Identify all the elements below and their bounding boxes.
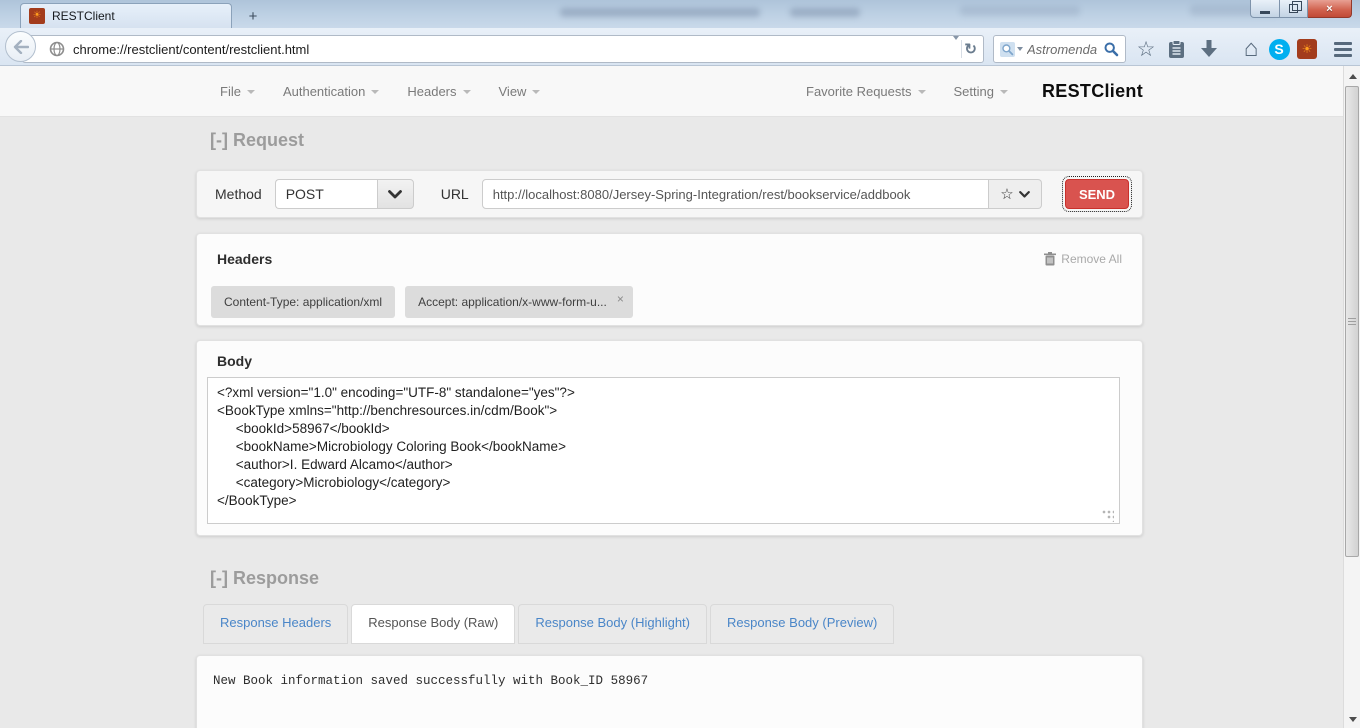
minimize-button[interactable] <box>1250 0 1280 18</box>
headers-panel-title: Headers <box>217 251 273 267</box>
downloads-icon[interactable] <box>1194 33 1224 65</box>
titlebar-glass-smudge <box>560 8 760 17</box>
restclient-toolbar-icon[interactable]: ☀ <box>1292 33 1322 65</box>
hamburger-menu-icon[interactable] <box>1328 33 1358 65</box>
vertical-scrollbar[interactable] <box>1343 66 1360 728</box>
chevron-down-icon <box>999 90 1008 94</box>
chevron-down-icon <box>917 90 926 94</box>
menu-setting[interactable]: Setting <box>944 76 1018 107</box>
site-globe-icon <box>49 41 65 57</box>
scroll-down-button[interactable] <box>1344 711 1360 728</box>
restore-icon <box>1289 1 1302 13</box>
menu-headers[interactable]: Headers <box>397 76 480 107</box>
browser-tab[interactable]: ☀ RESTClient <box>20 3 232 28</box>
header-tag[interactable]: Content-Type: application/xml <box>211 286 396 318</box>
restclient-logo: RESTClient <box>1041 80 1143 101</box>
response-section-title[interactable]: [-] Response <box>210 568 319 589</box>
reload-icon[interactable]: ↻ <box>964 40 977 58</box>
chevron-down-icon <box>371 90 380 94</box>
search-input[interactable]: Astromenda <box>1027 42 1099 57</box>
scrollbar-thumb[interactable] <box>1345 86 1359 557</box>
tab-response-body-highlight[interactable]: Response Body (Highlight) <box>518 604 707 644</box>
send-button[interactable]: SEND <box>1062 176 1132 212</box>
tab-title: RESTClient <box>52 9 115 23</box>
close-icon: × <box>1326 2 1333 15</box>
headers-panel: Headers Remove All Content-Type: applica… <box>196 233 1143 326</box>
bookmarks-menu-icon[interactable] <box>1161 33 1191 65</box>
close-button[interactable]: × <box>1308 0 1352 18</box>
favorite-star-icon[interactable]: ☆ <box>1000 185 1013 203</box>
request-method-bar: Method POST URL ☆ SEND <box>196 170 1143 218</box>
titlebar-glass-smudge <box>790 8 860 17</box>
minimize-icon <box>1260 10 1270 14</box>
request-body-textarea[interactable]: <?xml version="1.0" encoding="UTF-8" sta… <box>207 377 1120 524</box>
remove-all-label: Remove All <box>1061 252 1122 266</box>
request-section-title[interactable]: [-] Request <box>210 130 304 151</box>
tab-response-body-preview[interactable]: Response Body (Preview) <box>710 604 895 644</box>
response-panel: New Book information saved successfully … <box>196 655 1143 728</box>
scrollbar-grip-icon <box>1348 317 1356 326</box>
menu-authentication[interactable]: Authentication <box>273 76 389 107</box>
header-tag-list: Content-Type: application/xml Accept: ap… <box>211 286 633 318</box>
tab-response-body-raw[interactable]: Response Body (Raw) <box>351 604 516 644</box>
menu-favorite-requests[interactable]: Favorite Requests <box>796 76 936 107</box>
response-body-text: New Book information saved successfully … <box>213 674 649 688</box>
skype-icon[interactable]: S <box>1264 33 1294 65</box>
header-tag[interactable]: Accept: application/x-www-form-u... × <box>405 286 633 318</box>
scroll-up-button[interactable] <box>1344 68 1360 85</box>
method-select[interactable]: POST <box>274 179 414 209</box>
search-engine-icon[interactable] <box>1000 41 1023 57</box>
window-controls: × <box>1250 0 1352 18</box>
restclient-menubar: File Authentication Headers View Favorit… <box>0 66 1343 117</box>
titlebar-glass-smudge <box>960 6 1080 16</box>
back-arrow-icon <box>13 39 29 54</box>
arrow-down-icon <box>1348 717 1357 722</box>
url-bar[interactable]: chrome://restclient/content/restclient.h… <box>22 35 984 63</box>
search-box[interactable]: Astromenda <box>993 35 1126 63</box>
chevron-down-icon <box>388 189 403 198</box>
menu-file[interactable]: File <box>210 76 265 107</box>
method-chevron-button[interactable] <box>376 179 414 209</box>
restore-button[interactable] <box>1280 0 1308 18</box>
urlbar-separator <box>961 40 963 58</box>
back-button[interactable] <box>5 31 36 62</box>
bookmark-star-icon[interactable]: ☆ <box>1131 33 1161 65</box>
menubar-right-group: Favorite Requests Setting RESTClient <box>796 76 1143 107</box>
search-go-icon[interactable] <box>1103 41 1119 57</box>
url-text[interactable]: chrome://restclient/content/restclient.h… <box>73 42 947 57</box>
textarea-resize-grip[interactable] <box>1102 510 1114 522</box>
body-panel-title: Body <box>217 353 252 369</box>
favorite-addon[interactable]: ☆ <box>989 179 1042 209</box>
close-icon[interactable]: × <box>617 292 624 306</box>
urlbar-dropdown-icon[interactable] <box>953 36 960 58</box>
new-tab-button[interactable]: + <box>240 7 266 26</box>
remove-all-button[interactable]: Remove All <box>1044 252 1122 266</box>
chevron-down-icon <box>532 90 541 94</box>
body-panel: Body <?xml version="1.0" encoding="UTF-8… <box>196 340 1143 536</box>
url-label: URL <box>440 186 469 202</box>
menu-view[interactable]: View <box>489 76 551 107</box>
request-url-input[interactable] <box>481 179 989 209</box>
tab-response-headers[interactable]: Response Headers <box>203 604 349 644</box>
arrow-up-icon <box>1348 74 1357 79</box>
chevron-down-icon <box>462 90 471 94</box>
response-tabs: Response Headers Response Body (Raw) Res… <box>203 604 895 644</box>
trash-icon <box>1044 252 1057 266</box>
method-value[interactable]: POST <box>274 179 377 209</box>
menubar-left-group: File Authentication Headers View <box>210 76 550 107</box>
restclient-favicon-icon: ☀ <box>29 8 45 24</box>
chevron-down-icon <box>246 90 255 94</box>
chevron-down-icon[interactable] <box>1018 190 1030 198</box>
home-icon[interactable]: ⌂ <box>1236 33 1266 65</box>
method-label: Method <box>215 186 262 202</box>
